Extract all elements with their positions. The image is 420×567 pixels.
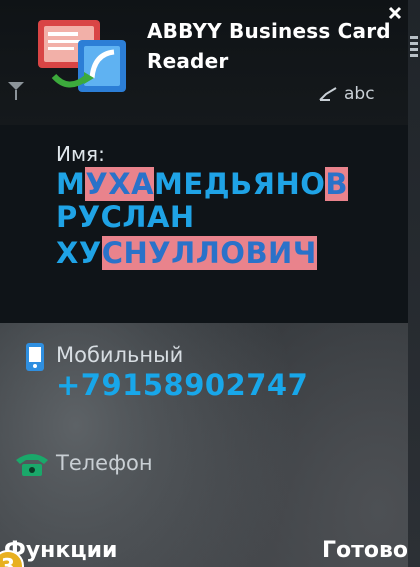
signal-icon: [8, 82, 24, 100]
mobile-label: Мобильный: [56, 343, 184, 367]
name-segment: М: [56, 167, 86, 201]
landline-phone-icon: [16, 454, 48, 476]
name-segment: МЕДЬЯНО: [154, 167, 326, 201]
softkey-bar: Функции Готово: [0, 530, 408, 567]
highlighted-segment: СНУЛЛОВИЧ: [101, 236, 317, 270]
done-softkey[interactable]: Готово: [322, 538, 408, 563]
input-mode-indicator: abc: [318, 84, 375, 104]
name-line: ХУСНУЛЛОВИЧ: [56, 236, 317, 270]
input-mode-label: abc: [344, 84, 375, 104]
name-label: Имя:: [56, 142, 105, 166]
phone-screen: ABBYY Business Card Reader abc Имя: МУХА…: [0, 0, 420, 567]
name-segment: РУСЛАН: [56, 200, 195, 234]
name-line: МУХАМЕДЬЯНОВ: [56, 167, 348, 201]
highlighted-segment: УХА: [85, 167, 155, 201]
highlighted-segment: В: [325, 167, 348, 201]
name-segment: ХУ: [56, 236, 102, 270]
app-header: ABBYY Business Card Reader abc: [0, 0, 408, 125]
app-icon: [38, 20, 126, 92]
phone-label: Телефон: [56, 451, 153, 475]
close-icon[interactable]: [388, 6, 402, 20]
edit-pen-icon: [319, 87, 337, 101]
scrollbar[interactable]: [408, 0, 420, 567]
mobile-phone-icon: [26, 343, 44, 371]
app-title: ABBYY Business Card Reader: [147, 19, 391, 73]
mobile-value[interactable]: +79158902747: [56, 368, 308, 402]
scroll-thumb[interactable]: [409, 36, 419, 96]
name-line: РУСЛАН: [56, 200, 195, 234]
